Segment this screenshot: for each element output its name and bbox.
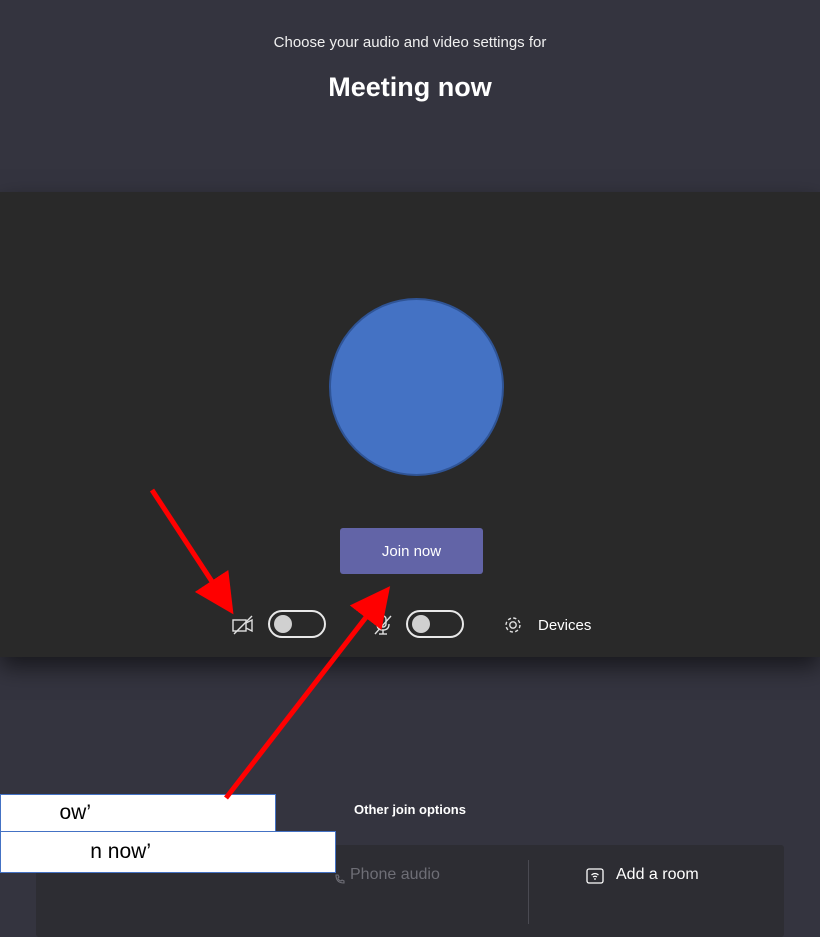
instruction-callout-1: ow’ [0, 794, 276, 832]
phone-audio-label: Phone audio [350, 866, 440, 883]
camera-off-icon[interactable] [232, 614, 254, 636]
cast-icon [586, 868, 604, 884]
meeting-join-screen: Choose your audio and video settings for… [0, 0, 820, 937]
mic-off-icon[interactable] [372, 614, 394, 636]
header-subtitle: Choose your audio and video settings for [273, 34, 547, 51]
callout-text-2: n now’ [90, 840, 151, 863]
mic-toggle[interactable] [406, 610, 464, 638]
callout-text-1: ow’ [59, 801, 91, 824]
mic-toggle-knob [412, 615, 430, 633]
phone-icon [335, 874, 345, 884]
avatar [329, 298, 504, 476]
camera-toggle[interactable] [268, 610, 326, 638]
instruction-callout-2: n now’ [0, 831, 336, 873]
video-preview: Join now Devices [0, 192, 820, 657]
camera-toggle-knob [274, 615, 292, 633]
devices-button[interactable]: Devices [538, 617, 591, 634]
gear-icon[interactable] [502, 614, 524, 636]
options-divider [528, 860, 529, 924]
join-now-button[interactable]: Join now [340, 528, 483, 574]
add-room-label: Add a room [616, 866, 699, 883]
device-controls: Devices [0, 608, 820, 642]
meeting-title: Meeting now [328, 72, 492, 102]
